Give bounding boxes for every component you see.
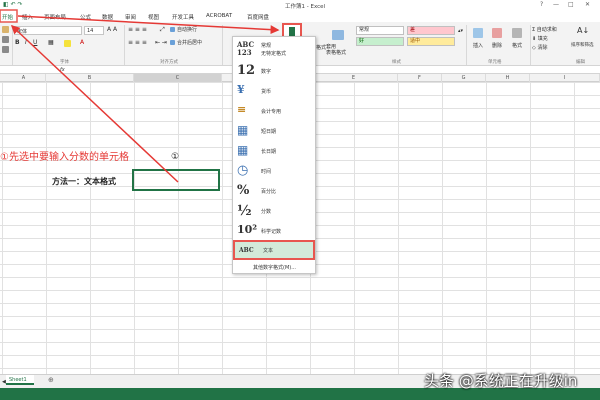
menu-item-label: 货币 xyxy=(261,89,272,95)
menu-item-text[interactable]: ABC 文本 xyxy=(233,240,315,260)
sheet-tab[interactable]: Sheet1 xyxy=(6,375,34,385)
watermark-text: 头条 @系统正在升级in xyxy=(424,372,578,390)
menu-item-long-date[interactable]: ▦ 长日期 xyxy=(233,141,315,161)
menu-item-percentage[interactable]: % 百分比 xyxy=(233,181,315,201)
arrow-home-to-dropdown xyxy=(17,15,280,35)
text-format-icon: ABC xyxy=(239,247,254,254)
more-number-formats-link[interactable]: 其他数字格式(M)... xyxy=(253,264,296,271)
add-sheet-icon[interactable]: ⊕ xyxy=(48,376,54,384)
menu-item-label: 常规 xyxy=(261,43,272,49)
menu-item-fraction[interactable]: ½ 分数 xyxy=(233,201,315,221)
menu-item-label: 百分比 xyxy=(261,189,277,195)
scientific-icon: 10² xyxy=(237,223,258,236)
percent-icon: % xyxy=(237,183,250,198)
menu-item-time[interactable]: ◷ 时间 xyxy=(233,161,315,181)
menu-item-scientific[interactable]: 10² 科学记数 xyxy=(233,221,315,241)
number-format-menu: ABC 123 常规 无特定格式 12 数字 ¥ 货币 ≡ 会计专用 ▦ 短日期… xyxy=(232,36,316,274)
long-date-icon: ▦ xyxy=(237,143,249,157)
menu-item-sublabel: 无特定格式 xyxy=(261,51,287,57)
short-date-icon: ▦ xyxy=(237,123,249,137)
menu-item-label: 短日期 xyxy=(261,129,277,135)
home-tab-highlight xyxy=(0,9,18,23)
number-format-icon: 12 xyxy=(237,63,256,78)
clock-icon: ◷ xyxy=(237,163,249,178)
menu-item-short-date[interactable]: ▦ 短日期 xyxy=(233,121,315,141)
accounting-icon: ≡ xyxy=(237,103,247,116)
menu-item-general[interactable]: ABC 123 常规 无特定格式 xyxy=(233,39,315,61)
menu-item-label: 会计专用 xyxy=(261,109,282,115)
menu-item-number[interactable]: 12 数字 xyxy=(233,61,315,81)
menu-item-label: 分数 xyxy=(261,209,272,215)
general-format-icon: ABC 123 xyxy=(237,40,255,57)
menu-item-label: 数字 xyxy=(261,69,272,75)
fraction-icon: ½ xyxy=(237,203,252,219)
menu-item-label: 时间 xyxy=(261,169,272,175)
menu-item-accounting[interactable]: ≡ 会计专用 xyxy=(233,101,315,121)
arrow-cell-to-home xyxy=(10,24,179,183)
menu-item-label: 科学记数 xyxy=(261,229,282,235)
menu-item-currency[interactable]: ¥ 货币 xyxy=(233,81,315,101)
sheet-tab-label: Sheet1 xyxy=(9,377,27,383)
currency-icon: ¥ xyxy=(237,83,245,96)
menu-item-label: 文本 xyxy=(263,248,274,254)
menu-item-label: 长日期 xyxy=(261,149,277,155)
